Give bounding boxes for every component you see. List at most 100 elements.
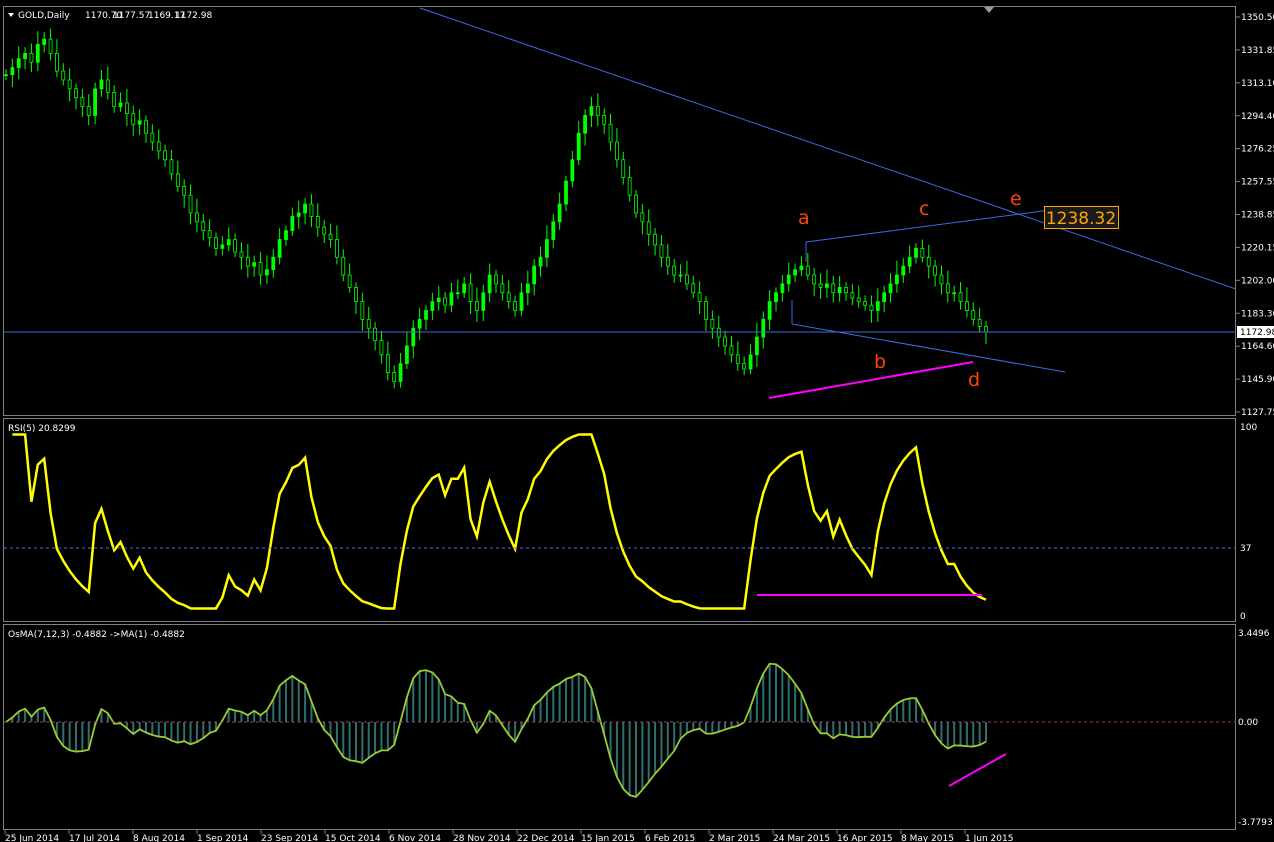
candle-body <box>882 292 887 303</box>
candle-body <box>265 269 269 276</box>
candle-body <box>296 212 301 217</box>
symbol-label: GOLD,Daily <box>18 11 70 21</box>
candle-body <box>742 363 747 370</box>
candle-body <box>646 221 651 235</box>
rsi-panel-frame <box>3 418 1236 622</box>
candle-body <box>99 79 104 90</box>
candle-body <box>67 79 72 90</box>
candle-body <box>188 194 193 214</box>
candle-body <box>239 251 244 258</box>
candle-body <box>23 52 27 60</box>
candle-body <box>901 265 906 276</box>
price-axis-label: 1331.85 <box>1241 46 1274 56</box>
candle-body <box>952 292 957 295</box>
ohlc-close: 1172.98 <box>175 11 212 21</box>
candle-body <box>35 44 40 63</box>
candle-body <box>475 301 479 311</box>
candle-body <box>195 212 199 223</box>
date-axis-label: 15 Jan 2015 <box>581 834 635 842</box>
candle-body <box>290 216 295 232</box>
osma-axis-label: 0.00 <box>1238 718 1258 728</box>
candle-body <box>621 159 626 178</box>
candle-body <box>532 265 537 285</box>
candle-body <box>309 203 314 217</box>
candle-body <box>455 292 460 295</box>
dropdown-icon[interactable] <box>8 13 14 17</box>
candle-body <box>767 301 772 320</box>
candle-body <box>634 194 638 214</box>
candle-body <box>436 297 441 303</box>
candle-body <box>704 301 708 320</box>
candle-body <box>398 363 403 382</box>
candle-body <box>29 52 34 63</box>
candle-body <box>500 283 505 294</box>
candle-body <box>335 239 339 258</box>
candle-body <box>277 239 282 258</box>
candle-body <box>468 283 473 303</box>
candle-body <box>914 248 918 258</box>
candle-body <box>716 327 721 338</box>
candle-body <box>252 262 257 267</box>
candle-body <box>144 120 148 134</box>
price-axis-label: 1183.30 <box>1241 309 1274 319</box>
candle-body <box>697 292 702 303</box>
candle-body <box>945 283 950 294</box>
candle-body <box>449 292 454 306</box>
chart-shift-marker[interactable] <box>984 7 994 13</box>
candle-body <box>665 256 670 267</box>
candle-body <box>793 269 797 276</box>
candle-body <box>678 274 683 277</box>
candle-body <box>462 283 467 294</box>
candle-body <box>691 283 696 294</box>
price-axis-label: 1202.00 <box>1241 276 1274 286</box>
candle-body <box>545 239 549 258</box>
candle-body <box>354 287 358 303</box>
candle-body <box>303 203 307 214</box>
candle-body <box>424 310 428 320</box>
candle-body <box>48 38 53 54</box>
candle-body <box>850 292 855 299</box>
price-axis-label: 1127.75 <box>1241 408 1274 418</box>
candle-body <box>405 345 409 365</box>
candle-body <box>169 159 174 175</box>
candle-body <box>322 226 327 235</box>
candle-body <box>735 354 740 365</box>
candle-body <box>863 301 867 306</box>
price-axis-label: 1257.55 <box>1241 178 1274 188</box>
price-axis-label: 1145.90 <box>1241 375 1274 385</box>
ohlc-high: 1177.57 <box>113 11 150 21</box>
candle-body <box>907 256 912 267</box>
date-axis-label: 16 Apr 2015 <box>837 834 893 842</box>
candle-body <box>818 283 823 288</box>
candle-body <box>755 336 759 356</box>
candle-body <box>207 230 212 239</box>
osma-axis-label: -3.7793 <box>1238 818 1273 828</box>
date-axis-label: 1 Jun 2015 <box>965 834 1013 842</box>
price-axis-label: 1294.40 <box>1241 112 1274 122</box>
candle-body <box>513 301 517 311</box>
candle-body <box>799 265 804 271</box>
candle-body <box>271 256 276 271</box>
candle-body <box>284 230 288 240</box>
candle-body <box>984 326 988 333</box>
candle-body <box>780 283 785 294</box>
candle-body <box>825 283 829 288</box>
candle-body <box>564 180 568 205</box>
price-box-value: 1238.32 <box>1046 209 1116 229</box>
candle-body <box>112 91 117 107</box>
candle-body <box>430 301 435 311</box>
candle-body <box>653 233 657 246</box>
wave-label-c: c <box>919 198 929 220</box>
rsi-line <box>12 433 987 610</box>
candle-body <box>80 97 85 107</box>
candle-body <box>525 283 530 294</box>
candle-body <box>774 292 778 303</box>
candle-body <box>385 354 390 373</box>
candle-body <box>939 274 944 285</box>
candle-body <box>226 239 231 246</box>
date-axis-label: 6 Nov 2014 <box>389 834 441 842</box>
candle-body <box>10 67 15 76</box>
candle-body <box>156 141 161 152</box>
trading-chart: 1350.50 1331.85 1313.10 1294.40 1276.25 1257.… <box>3 6 1274 842</box>
date-axis-label: 2 Mar 2015 <box>709 834 760 842</box>
